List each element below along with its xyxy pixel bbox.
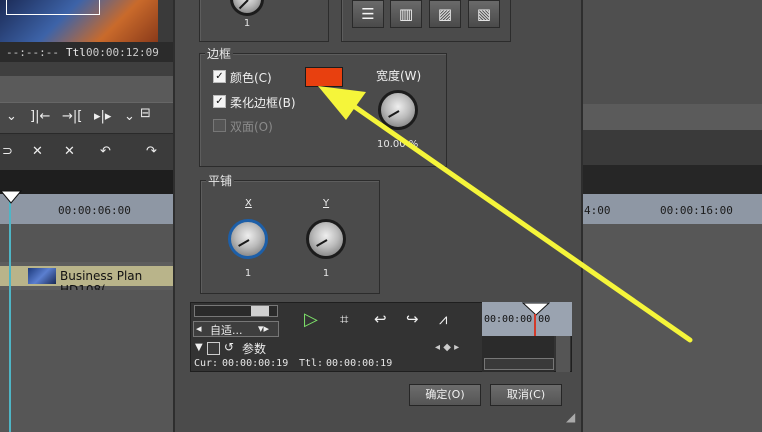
annotation-arrow-icon (318, 86, 693, 343)
